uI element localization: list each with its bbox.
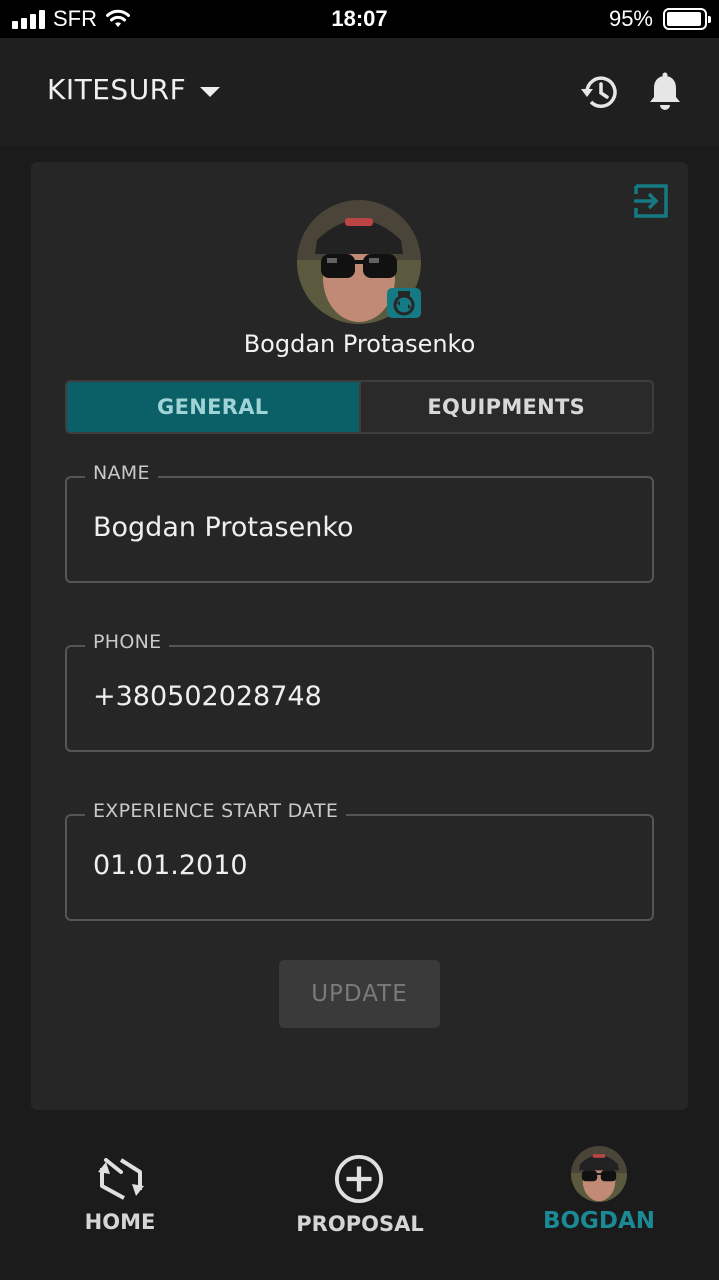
status-right: 95% [608,6,711,32]
experience-date-label: EXPERIENCE START DATE [85,800,347,822]
sport-selector[interactable]: KITESURF [47,73,221,106]
nav-proposal-label: PROPOSAL [296,1212,424,1236]
caret-down-icon [200,86,221,97]
home-swap-icon [98,1158,144,1200]
nav-home[interactable]: HOME [0,1128,240,1258]
nav-home-label: HOME [84,1210,156,1234]
camera-switch-icon[interactable] [387,288,421,318]
history-icon[interactable] [578,70,622,114]
tab-equipments[interactable]: EQUIPMENTS [358,382,652,432]
experience-date-value: 01.01.2010 [93,850,248,881]
sport-selector-label: KITESURF [47,73,187,106]
name-field-label: NAME [85,462,158,484]
bell-icon[interactable] [643,70,687,114]
update-button[interactable]: UPDATE [279,960,440,1028]
experience-date-field[interactable]: EXPERIENCE START DATE 01.01.2010 [65,800,654,921]
logout-icon[interactable] [632,182,670,220]
nav-avatar-image [571,1146,627,1202]
profile-tabs: GENERAL EQUIPMENTS [65,380,654,434]
battery-icon [663,8,711,30]
battery-percent: 95% [608,6,653,31]
profile-name: Bogdan Protasenko [243,330,476,358]
profile-card: Bogdan Protasenko GENERAL EQUIPMENTS NAM… [31,162,688,1110]
phone-field-value: +380502028748 [93,681,322,712]
name-field-value: Bogdan Protasenko [93,512,354,543]
battery-fill [667,12,702,26]
app-header: KITESURF [0,38,719,146]
nav-avatar [571,1146,627,1202]
phone-field[interactable]: PHONE +380502028748 [65,631,654,752]
add-circle-icon [334,1154,384,1204]
status-bar: SFR 18:07 95% [0,0,719,38]
bottom-nav: HOME PROPOSAL BOGDAN [0,1128,719,1280]
nav-proposal[interactable]: PROPOSAL [240,1128,480,1258]
tab-general[interactable]: GENERAL [67,382,359,432]
nav-profile[interactable]: BOGDAN [479,1128,719,1258]
name-field[interactable]: NAME Bogdan Protasenko [65,462,654,583]
nav-profile-label: BOGDAN [542,1208,656,1234]
phone-field-label: PHONE [85,631,170,653]
